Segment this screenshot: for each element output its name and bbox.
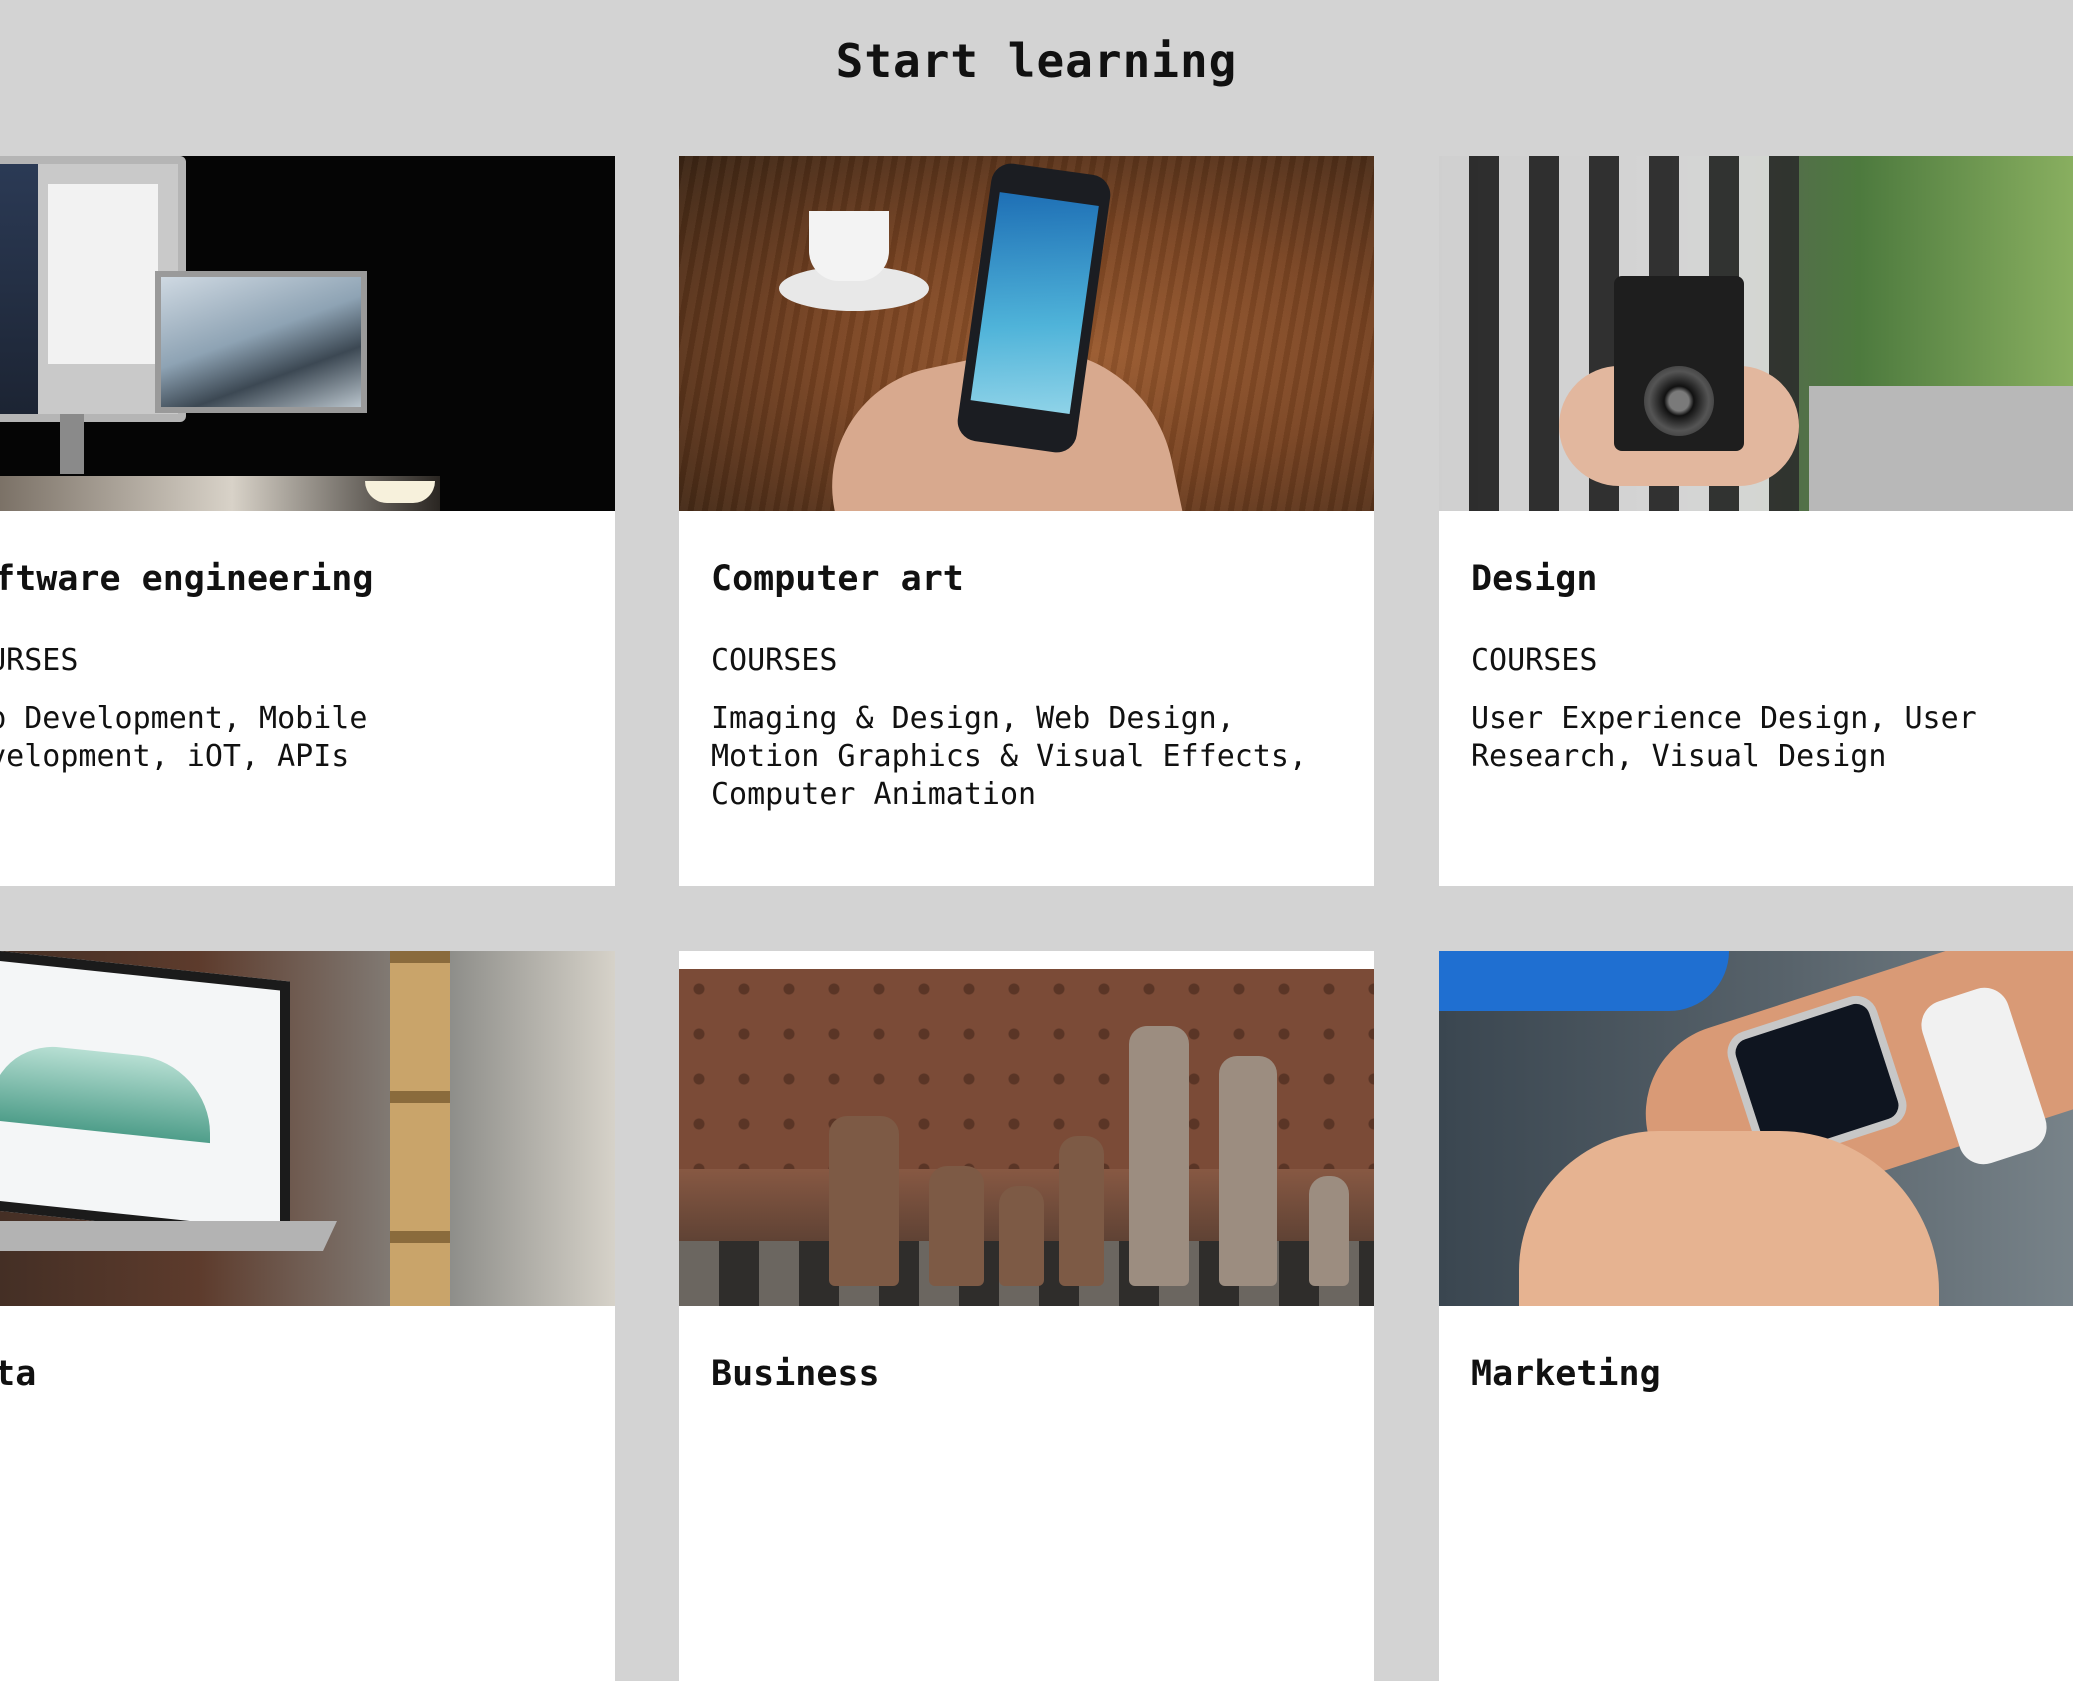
camera-image	[1439, 156, 2073, 511]
courses-list: Web Development, Mobile Development, iOT…	[0, 701, 368, 774]
courses-label: COURSES	[1471, 643, 1598, 678]
desk-computer-image	[0, 156, 615, 511]
courses-label: COURSES	[711, 643, 838, 678]
chess-image	[679, 951, 1374, 1306]
category-card-design[interactable]: Design COURSES User Experience Design, U…	[1439, 156, 2073, 886]
courses-list: User Experience Design, User Research, V…	[1471, 701, 1977, 774]
card-title[interactable]: Business	[711, 1354, 1342, 1394]
category-card-software-engineering[interactable]: Software engineering COURSES Web Develop…	[0, 156, 615, 886]
card-title[interactable]: Data	[0, 1354, 583, 1394]
card-title[interactable]: Software engineering	[0, 559, 583, 599]
laptop-dashboard-image	[0, 951, 615, 1306]
card-title[interactable]: Design	[1471, 559, 2073, 599]
smartphone-image	[679, 156, 1374, 511]
category-card-business[interactable]: Business	[679, 951, 1374, 1681]
courses-label: COURSES	[0, 643, 79, 678]
category-card-marketing[interactable]: Marketing	[1439, 951, 2073, 1681]
card-title[interactable]: Marketing	[1471, 1354, 2073, 1394]
category-card-data[interactable]: Data	[0, 951, 615, 1681]
smartwatch-image	[1439, 951, 2073, 1306]
category-card-computer-art[interactable]: Computer art COURSES Imaging & Design, W…	[679, 156, 1374, 886]
card-title[interactable]: Computer art	[711, 559, 1342, 599]
courses-list: Imaging & Design, Web Design, Motion Gra…	[711, 701, 1308, 812]
page-title: Start learning	[835, 34, 1238, 88]
